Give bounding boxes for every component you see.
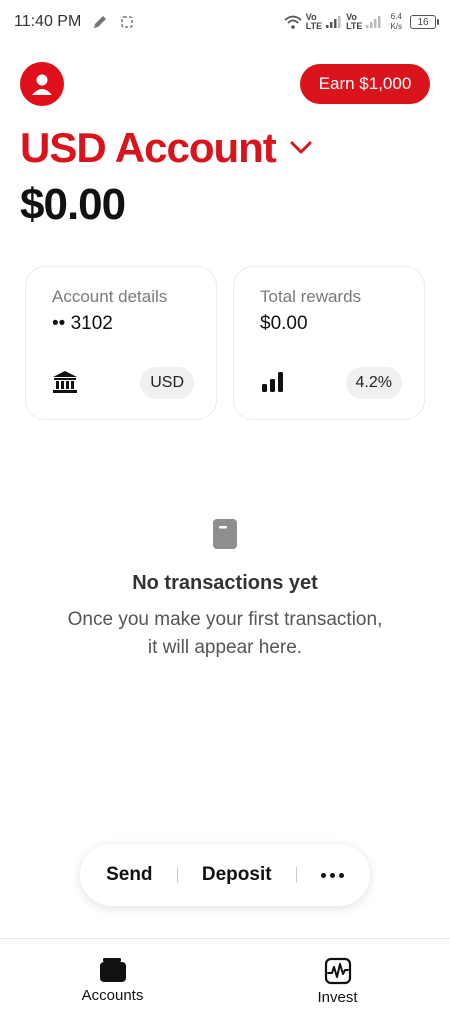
nav-label-invest: Invest	[317, 989, 358, 1006]
profile-avatar-button[interactable]	[20, 62, 64, 106]
nav-label-accounts: Accounts	[81, 987, 144, 1004]
signal-icon	[326, 16, 341, 28]
edit-icon	[94, 16, 107, 28]
empty-state-title: No transactions yet	[132, 572, 318, 594]
account-number-masked: •• 3102	[52, 313, 113, 334]
bar-chart-icon	[262, 372, 283, 392]
divider	[176, 867, 178, 883]
lte-indicator-2: Vo LTE	[346, 12, 363, 31]
card-title: Total rewards	[260, 287, 362, 306]
network-speed: 6.4 K/s	[390, 12, 402, 31]
nav-item-invest[interactable]: Invest	[225, 939, 450, 1024]
action-bar: Send Deposit	[80, 844, 370, 906]
lte-indicator-1: Vo LTE	[305, 12, 323, 31]
signal-icon-2	[366, 16, 381, 28]
interest-rate-badge: 4.2%	[345, 367, 402, 399]
account-selector[interactable]: USD Account	[20, 124, 312, 172]
earn-referral-button[interactable]: Earn $1,000	[300, 64, 430, 104]
bank-icon	[53, 371, 77, 393]
receipt-icon	[213, 519, 237, 549]
wallet-icon	[99, 958, 126, 982]
account-details-card[interactable]: Account details •• 3102 USD	[25, 266, 217, 420]
card-title: Account details	[52, 287, 168, 306]
screenshot-icon	[121, 16, 134, 28]
battery-indicator: 16	[410, 15, 439, 29]
invest-chart-icon	[324, 957, 351, 985]
send-button[interactable]: Send	[106, 864, 152, 886]
account-balance: $0.00	[20, 180, 126, 229]
rewards-amount: $0.00	[260, 313, 308, 334]
user-icon	[32, 74, 52, 95]
more-options-button[interactable]	[320, 872, 344, 878]
status-time: 11:40 PM	[14, 13, 82, 30]
status-bar: 11:40 PM Vo LTE Vo LTE 6.4 K/s 16	[0, 0, 450, 44]
currency-badge: USD	[140, 367, 194, 399]
more-icon	[320, 872, 326, 878]
chevron-down-icon	[290, 141, 312, 154]
bottom-navigation: Accounts Invest	[0, 938, 450, 1024]
wifi-icon	[284, 15, 302, 29]
empty-state-message: Once you make your first transaction, it…	[67, 609, 383, 658]
nav-item-accounts[interactable]: Accounts	[0, 939, 225, 1024]
divider	[295, 867, 297, 883]
account-title: USD Account	[20, 124, 277, 171]
total-rewards-card[interactable]: Total rewards $0.00 4.2%	[233, 266, 425, 420]
deposit-button[interactable]: Deposit	[202, 864, 272, 886]
